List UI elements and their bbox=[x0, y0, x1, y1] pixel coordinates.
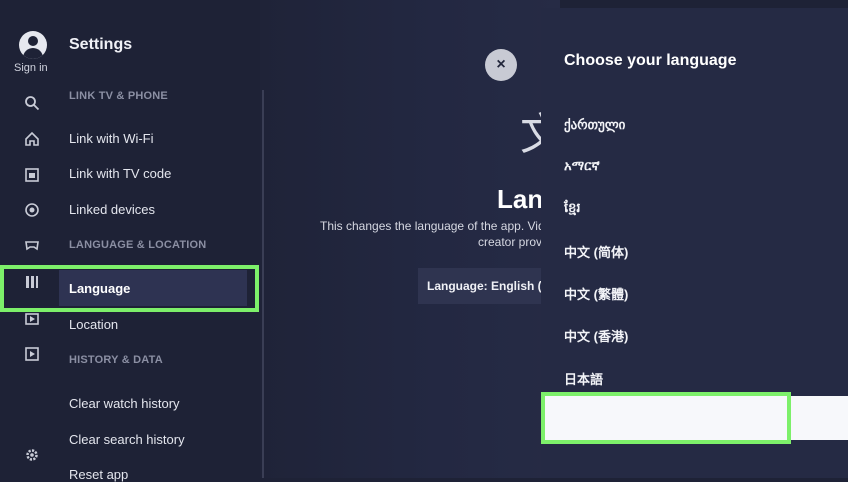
avatar[interactable] bbox=[19, 31, 47, 59]
language-option[interactable]: ქართული bbox=[564, 117, 625, 133]
language-select-button[interactable]: Language: English (US bbox=[418, 268, 548, 304]
settings-item-clear-search-history[interactable]: Clear search history bbox=[69, 432, 185, 447]
video-icon[interactable] bbox=[23, 310, 41, 328]
language-panel-title: Choose your language bbox=[564, 52, 737, 69]
close-icon: × bbox=[496, 56, 506, 73]
detail-description-line1: This changes the language of the app. Vi… bbox=[320, 219, 545, 233]
subscriptions-icon[interactable] bbox=[23, 166, 41, 184]
language-option[interactable]: አማርኛ bbox=[564, 158, 600, 174]
playlist-icon[interactable] bbox=[23, 345, 41, 363]
column-divider bbox=[262, 90, 264, 478]
language-option[interactable]: ខ្មែរ bbox=[564, 200, 581, 219]
language-option[interactable]: 日本語 bbox=[564, 369, 603, 388]
close-button[interactable]: × bbox=[485, 49, 517, 81]
home-icon[interactable] bbox=[23, 130, 41, 148]
highlight-language-option bbox=[541, 392, 791, 444]
section-link-tv-phone: LINK TV & PHONE bbox=[69, 90, 168, 102]
highlight-language-item bbox=[0, 265, 259, 312]
language-option[interactable]: 中文 (香港) bbox=[564, 326, 628, 345]
detail-title: Lan bbox=[497, 184, 544, 214]
sign-in-label[interactable]: Sign in bbox=[14, 62, 48, 74]
language-option[interactable]: 中文 (简体) bbox=[564, 242, 628, 261]
settings-item-link-tv-code[interactable]: Link with TV code bbox=[69, 166, 171, 181]
gaming-icon[interactable] bbox=[23, 236, 41, 254]
settings-item-location[interactable]: Location bbox=[69, 317, 118, 332]
detail-description-line2: creator prov bbox=[478, 235, 543, 249]
gear-icon[interactable] bbox=[23, 446, 41, 464]
settings-item-reset-app[interactable]: Reset app bbox=[69, 467, 128, 482]
language-option[interactable]: 中文 (繁體) bbox=[564, 284, 628, 303]
settings-item-link-wifi[interactable]: Link with Wi-Fi bbox=[69, 131, 154, 146]
settings-item-linked-devices[interactable]: Linked devices bbox=[69, 202, 155, 217]
left-rail: Sign in bbox=[0, 0, 60, 478]
settings-item-clear-watch-history[interactable]: Clear watch history bbox=[69, 396, 180, 411]
section-language-location: LANGUAGE & LOCATION bbox=[69, 239, 207, 251]
search-icon[interactable] bbox=[23, 94, 41, 112]
section-history-data: HISTORY & DATA bbox=[69, 354, 163, 366]
library-icon[interactable] bbox=[23, 201, 41, 219]
page-title: Settings bbox=[69, 36, 133, 53]
